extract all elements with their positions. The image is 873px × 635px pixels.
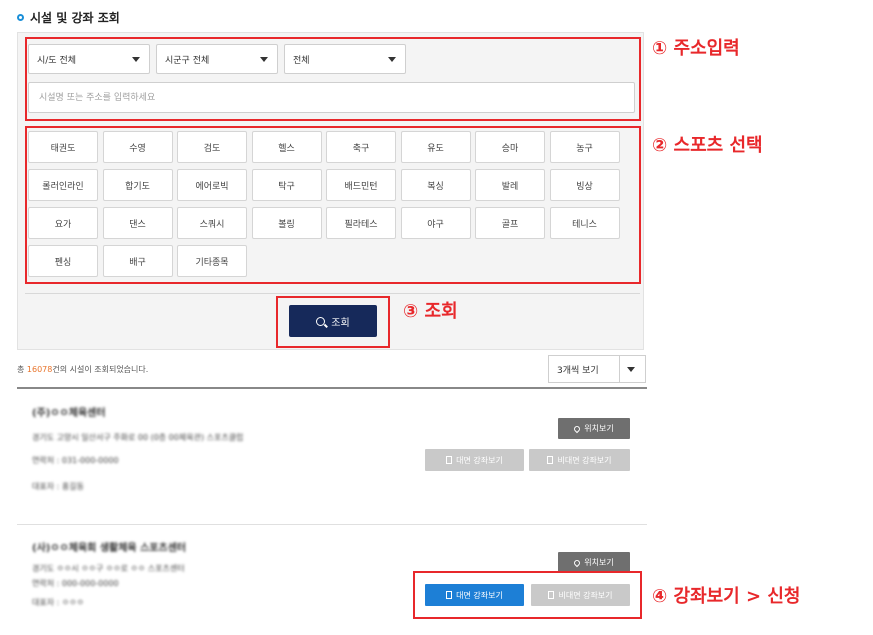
map-pin-icon <box>573 558 582 567</box>
annotation-box-address <box>25 37 641 121</box>
facility-address: 경기도 ㅇㅇ시 ㅇㅇ구 ㅇㅇ로 ㅇㅇ 스포츠센터 <box>32 564 185 573</box>
online-course-label: 비대면 강좌보기 <box>557 455 612 465</box>
location-button[interactable]: 위치보기 <box>558 552 630 573</box>
offline-course-button[interactable]: 대면 강좌보기 <box>425 449 524 471</box>
location-button-label: 위치보기 <box>584 424 614 433</box>
annotation-address: ① 주소입력 <box>652 38 740 59</box>
page-title-text: 시설 및 강좌 조회 <box>30 11 120 25</box>
annotation-sports: ② 스포츠 선택 <box>652 135 763 156</box>
annotation-box-course <box>413 571 642 619</box>
facility-name[interactable]: (주)ㅇㅇ체육센터 <box>32 404 106 419</box>
annotation-box-search <box>276 296 390 348</box>
list-top-border <box>17 387 647 389</box>
map-pin-icon <box>573 424 582 433</box>
location-button-label: 위치보기 <box>584 558 614 567</box>
result-prefix: 총 <box>17 365 27 374</box>
facility-name[interactable]: (사)ㅇㅇ체육회 생활체육 스포츠센터 <box>32 539 186 554</box>
list-divider <box>17 524 647 525</box>
divider <box>25 293 640 294</box>
chevron-down-icon <box>627 367 635 372</box>
result-count-number: 16078 <box>26 365 53 374</box>
offline-course-label: 대면 강좌보기 <box>456 455 503 465</box>
bullet-icon <box>17 14 24 21</box>
annotation-course: ④ 강좌보기 > 신청 <box>652 586 801 607</box>
online-course-button[interactable]: 비대면 강좌보기 <box>529 449 630 471</box>
location-button[interactable]: 위치보기 <box>558 418 630 439</box>
document-icon <box>547 456 554 464</box>
facility-rep: 대표자 : ㅇㅇㅇ <box>32 598 84 607</box>
facility-phone: 연락처 : 000-000-0000 <box>32 579 119 588</box>
annotation-search: ③ 조회 <box>403 301 458 322</box>
view-count-select[interactable]: 3개씩 보기 <box>548 355 646 383</box>
page-title: 시설 및 강좌 조회 <box>17 9 120 26</box>
result-count: 총 16078건의 시설이 조회되었습니다. <box>17 364 148 375</box>
document-icon <box>446 456 453 464</box>
facility-rep: 대표자 : 홍길동 <box>32 482 84 491</box>
view-count-value: 3개씩 보기 <box>557 365 599 376</box>
facility-address: 경기도 고양시 일산서구 주화로 00 (0층 00체육관) 스포츠클럽 <box>32 433 244 442</box>
result-suffix: 건의 시설이 조회되었습니다. <box>52 365 149 374</box>
select-separator <box>619 356 620 382</box>
facility-phone: 연락처 : 031-000-0000 <box>32 456 119 465</box>
annotation-box-sports <box>25 126 641 284</box>
